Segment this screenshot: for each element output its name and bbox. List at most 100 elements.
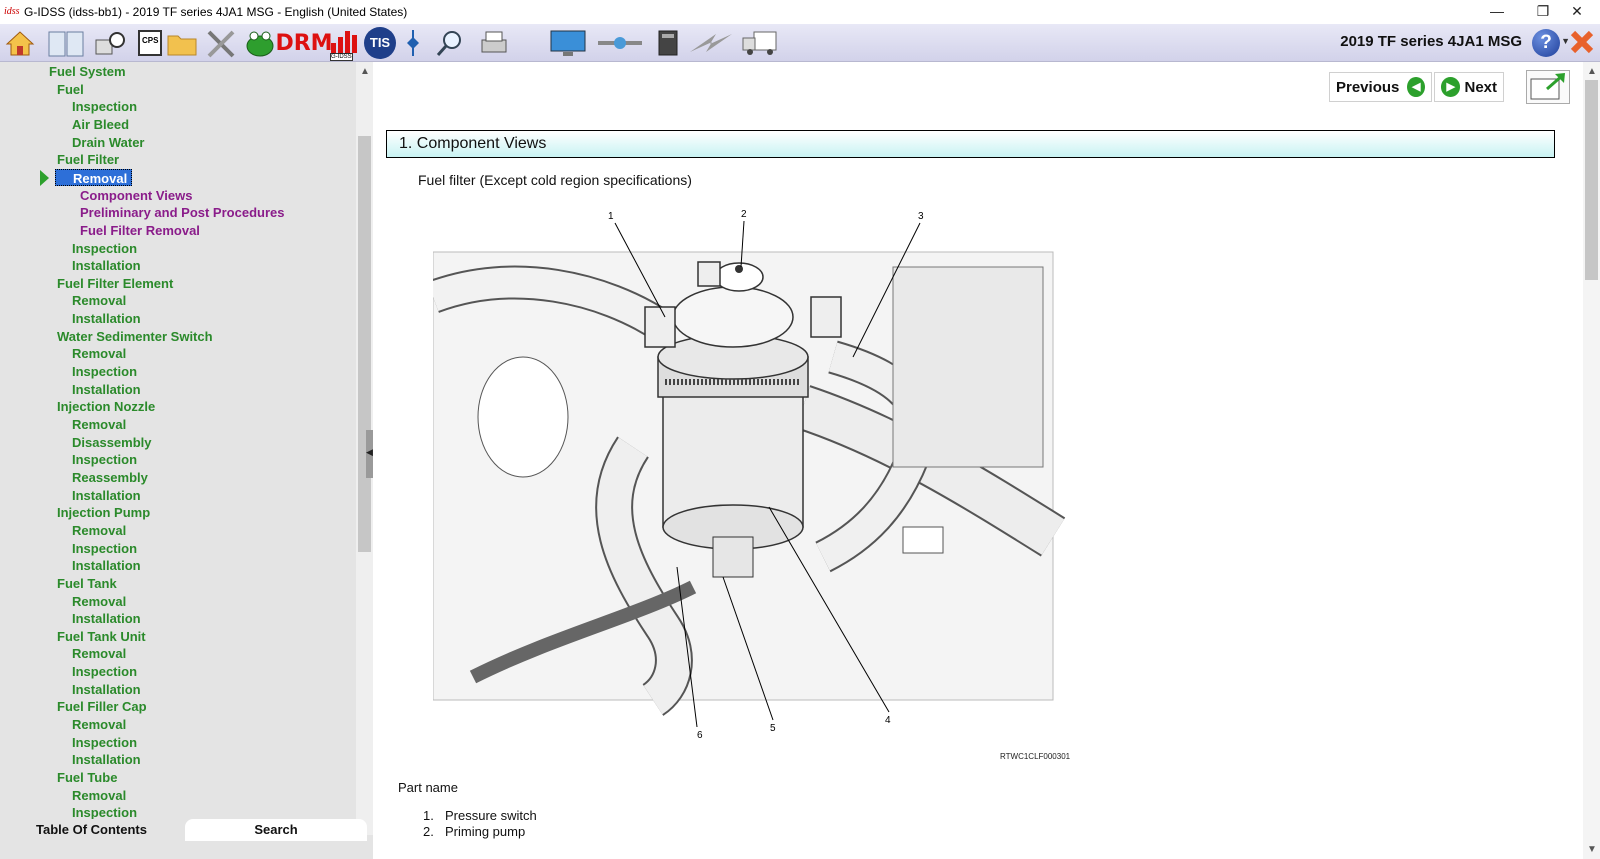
list-item: 2. Priming pump (423, 824, 526, 839)
scroll-down-icon[interactable]: ▼ (1587, 844, 1597, 855)
part-name-heading: Part name (398, 780, 458, 795)
tab-search[interactable]: Search (185, 819, 367, 841)
tree-item[interactable]: Injection Nozzle (57, 398, 155, 415)
tree-item[interactable]: Drain Water (72, 134, 144, 151)
figure-caption: Fuel filter (Except cold region specific… (418, 172, 692, 188)
parts-list: 1. Pressure switch 2. Priming pump (423, 808, 537, 840)
minimize-button[interactable]: — (1474, 0, 1520, 24)
tree-item[interactable]: Fuel Tube (57, 769, 117, 786)
help-button[interactable]: ? (1532, 29, 1560, 57)
callout-3: 3 (918, 211, 924, 222)
model-title: 2019 TF series 4JA1 MSG (1340, 33, 1522, 50)
home-icon[interactable] (4, 27, 36, 59)
next-button[interactable]: ▶ Next (1434, 72, 1504, 102)
document-view: Previous ◀ ▶ Next 1. Component Views Fue… (373, 62, 1600, 859)
arrow-left-icon: ◀ (1407, 77, 1425, 97)
tree-item[interactable]: Air Bleed (72, 116, 129, 133)
tree-item[interactable]: Installation (72, 487, 141, 504)
sidebar: Fuel System Fuel Inspection Air Bleed Drain … (0, 62, 373, 859)
tree-item[interactable]: Installation (72, 381, 141, 398)
content-scroll-thumb[interactable] (1585, 80, 1598, 280)
previous-button[interactable]: Previous ◀ (1329, 72, 1432, 102)
folder-icon[interactable] (166, 27, 198, 59)
split-icon[interactable] (402, 27, 424, 59)
device-icon[interactable] (652, 27, 684, 59)
tree-item[interactable]: Installation (72, 257, 141, 274)
selection-arrow-icon (40, 170, 49, 186)
scroll-up-icon[interactable]: ▲ (360, 66, 370, 77)
printer-icon[interactable] (478, 27, 510, 59)
tree-item[interactable]: Removal (72, 522, 126, 539)
exit-app-icon[interactable] (1568, 28, 1596, 56)
panel-splitter[interactable]: ◀ (366, 430, 373, 478)
tree-item[interactable]: Fuel (57, 81, 84, 98)
tree-item[interactable]: Removal (72, 645, 126, 662)
tree-item[interactable]: Removal (72, 787, 126, 804)
tree-item[interactable]: Removal (55, 168, 133, 186)
tree-item[interactable]: Component Views (80, 187, 192, 204)
tree-item[interactable]: Installation (72, 310, 141, 327)
next-label: Next (1464, 78, 1497, 96)
sidebar-scroll-thumb[interactable] (358, 136, 371, 552)
callout-2: 2 (741, 209, 747, 220)
main-toolbar: CPS DRM G-IDSS TIS 2019 TF series 4JA1 M… (0, 24, 1600, 62)
transfer-icon[interactable] (594, 27, 646, 59)
scroll-up-icon[interactable]: ▲ (1587, 66, 1597, 77)
tree-item[interactable]: Water Sedimenter Switch (57, 328, 213, 345)
drm-icon[interactable]: DRM (275, 27, 332, 59)
tree-item[interactable]: Inspection (72, 363, 137, 380)
monitor-icon[interactable] (548, 27, 588, 59)
fuel-filter-illustration: 1 2 3 4 5 6 (433, 209, 1066, 741)
tree-item[interactable]: Installation (72, 681, 141, 698)
window-close-button[interactable]: ✕ (1554, 0, 1600, 24)
tree-item[interactable]: Removal (72, 716, 126, 733)
tree-item[interactable]: Fuel Filter Element (57, 275, 173, 292)
sidebar-tabs: Table Of Contents Search (0, 819, 373, 841)
tree-item[interactable]: Removal (72, 292, 126, 309)
open-new-window-icon[interactable] (1526, 70, 1570, 104)
tree-item[interactable]: Installation (72, 610, 141, 627)
callout-6: 6 (697, 730, 703, 741)
tree-item[interactable]: Fuel Filter (57, 151, 119, 168)
tree-item[interactable]: Fuel Filler Cap (57, 698, 147, 715)
tree-item[interactable]: Inspection (72, 663, 137, 680)
tree-item[interactable]: Removal (72, 345, 126, 362)
content-scrollbar[interactable]: ▲ ▼ (1583, 62, 1600, 859)
tree-item[interactable]: Removal (72, 593, 126, 610)
tree-item[interactable]: Removal (72, 416, 126, 433)
diagnostic-icon[interactable] (94, 27, 126, 59)
tree-item[interactable]: Fuel Tank (57, 575, 117, 592)
tree-item[interactable]: Reassembly (72, 469, 148, 486)
book-icon[interactable] (46, 27, 86, 59)
lightning-icon[interactable] (686, 27, 736, 59)
tree-item[interactable]: Disassembly (72, 434, 152, 451)
truck-icon[interactable] (740, 27, 780, 59)
tree-item[interactable]: Inspection (72, 451, 137, 468)
tree-item[interactable]: Inspection (72, 240, 137, 257)
tree-item[interactable]: Fuel Filter Removal (80, 222, 200, 239)
tree-item[interactable]: Injection Pump (57, 504, 150, 521)
frog-icon[interactable] (244, 27, 276, 59)
tree-item[interactable]: Fuel Tank Unit (57, 628, 146, 645)
tab-table-of-contents[interactable]: Table Of Contents (0, 819, 183, 841)
magnifier-icon[interactable] (434, 27, 466, 59)
tree-item[interactable]: Fuel System (49, 63, 126, 80)
arrow-right-icon: ▶ (1441, 77, 1461, 97)
bar-chart-icon[interactable]: G-IDSS (328, 27, 360, 61)
tree-item[interactable]: Inspection (72, 540, 137, 557)
tree-item[interactable]: Inspection (72, 734, 137, 751)
figure-code: RTWC1CLF000301 (1000, 752, 1071, 761)
window-titlebar: idss G-IDSS (idss-bb1) - 2019 TF series … (0, 0, 1600, 24)
cps-icon[interactable]: CPS (134, 27, 166, 59)
callout-1: 1 (608, 211, 614, 222)
window-title: G-IDSS (idss-bb1) - 2019 TF series 4JA1 … (24, 5, 408, 19)
svg-text:CPS: CPS (142, 36, 159, 45)
tree-item[interactable]: Preliminary and Post Procedures (80, 204, 284, 221)
collapse-left-icon[interactable]: ◀ (366, 447, 373, 458)
tree-item[interactable]: Installation (72, 557, 141, 574)
tree-item[interactable]: Inspection (72, 98, 137, 115)
tree-item[interactable]: Installation (72, 751, 141, 768)
tis-icon[interactable]: TIS (364, 27, 396, 59)
tools-icon[interactable] (205, 27, 237, 59)
callout-5: 5 (770, 723, 776, 734)
